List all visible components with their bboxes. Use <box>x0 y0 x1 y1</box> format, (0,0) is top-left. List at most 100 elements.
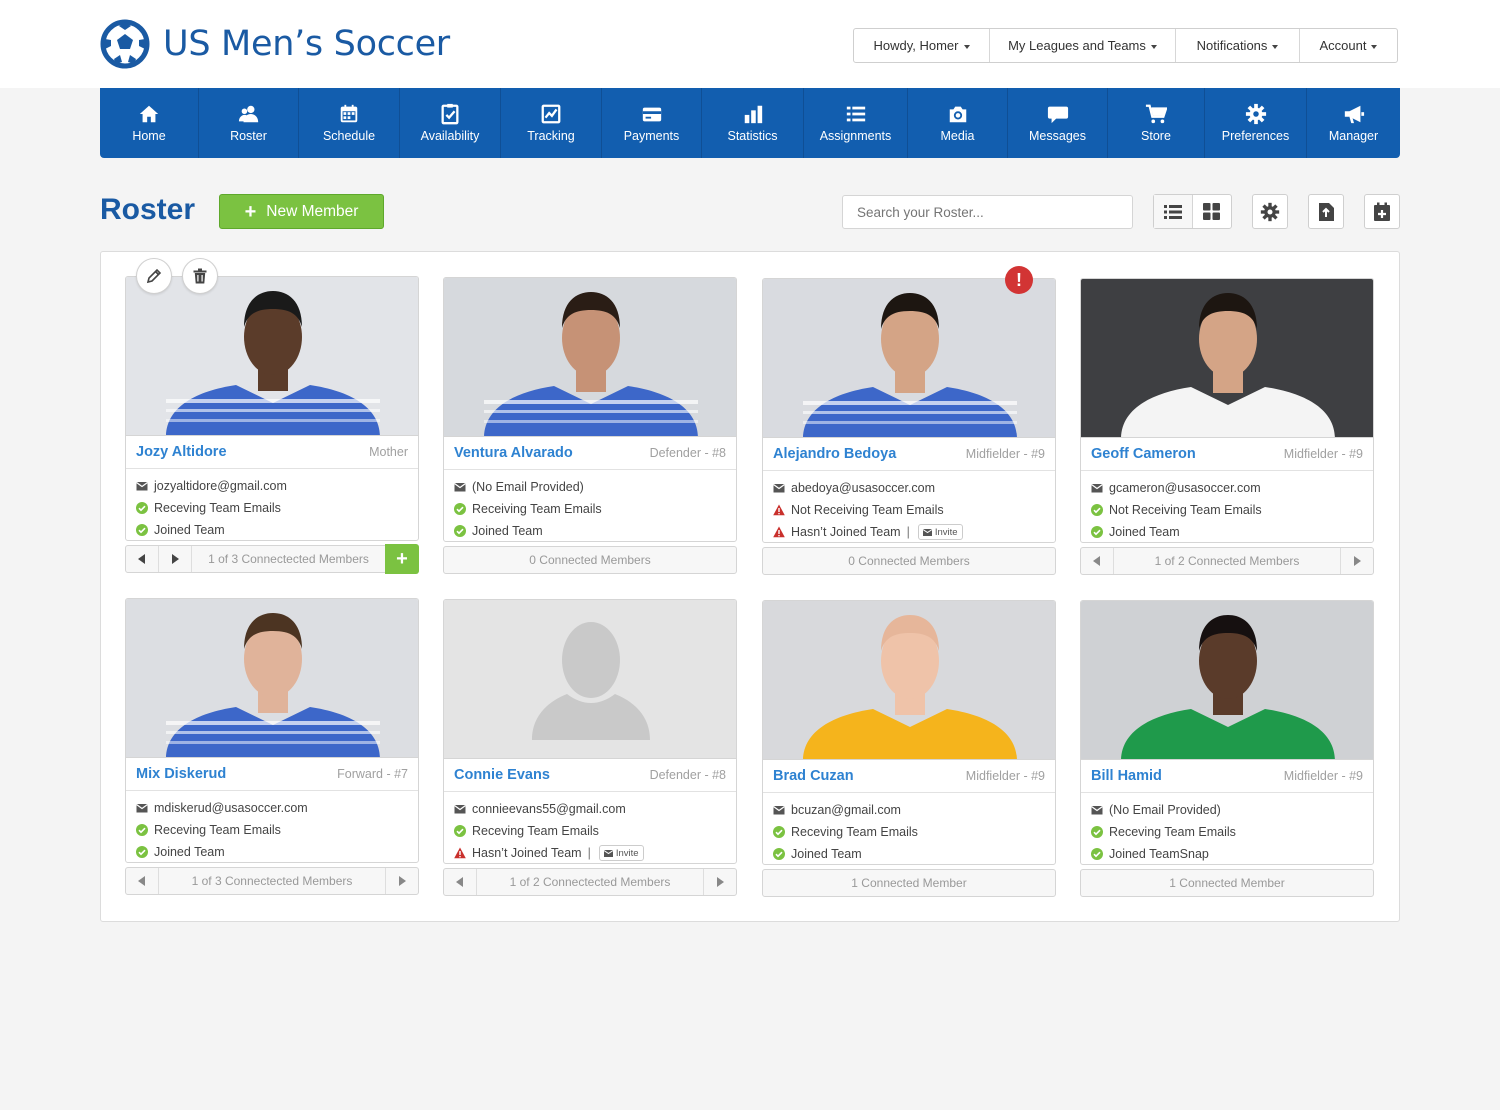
new-member-button[interactable]: + New Member <box>219 194 384 229</box>
member-email: (No Email Provided) <box>1109 803 1221 817</box>
member-card[interactable]: Geoff Cameron Midfielder - #9 gcameron@u… <box>1080 278 1374 575</box>
speech-bubble-icon <box>1047 106 1068 124</box>
next-button[interactable] <box>385 868 418 894</box>
email-status-row: Receving Team Emails <box>126 819 418 841</box>
member-email-row: (No Email Provided) <box>444 476 736 498</box>
member-email-row: bcuzan@gmail.com <box>763 799 1055 821</box>
member-photo[interactable] <box>1080 278 1374 438</box>
member-name[interactable]: Geoff Cameron <box>1091 446 1196 462</box>
player-photo <box>763 279 1055 438</box>
prev-button[interactable] <box>126 868 159 894</box>
nav-messages[interactable]: Messages <box>1008 88 1108 158</box>
member-name[interactable]: Mix Diskerud <box>136 766 226 782</box>
member-card[interactable]: Ventura Alvarado Defender - #8 (No Email… <box>443 277 737 574</box>
member-card[interactable]: Connie Evans Defender - #8 connieevans55… <box>443 599 737 896</box>
envelope-icon <box>454 805 466 814</box>
prev-button[interactable] <box>444 869 477 895</box>
member-name[interactable]: Bill Hamid <box>1091 768 1162 784</box>
check-circle-icon <box>1091 504 1103 516</box>
member-name[interactable]: Brad Cuzan <box>773 768 854 784</box>
member-name[interactable]: Ventura Alvarado <box>454 445 573 461</box>
member-photo[interactable] <box>762 600 1056 760</box>
add-member-button[interactable]: + <box>385 544 419 574</box>
list-view-icon <box>1163 204 1182 219</box>
next-button[interactable] <box>703 869 736 895</box>
invite-button[interactable]: Invite <box>917 524 963 540</box>
delete-member-button[interactable] <box>182 258 218 294</box>
email-status-row: Receving Team Emails <box>763 821 1055 843</box>
nav-statistics[interactable]: Statistics <box>702 88 804 158</box>
member-email-row: jozyaltidore@gmail.com <box>126 475 418 497</box>
player-photo <box>763 601 1055 760</box>
nav-schedule[interactable]: Schedule <box>299 88 400 158</box>
member-name[interactable]: Connie Evans <box>454 767 550 783</box>
check-circle-icon <box>773 826 785 838</box>
nav-home[interactable]: Home <box>100 88 199 158</box>
nav-assignments[interactable]: Assignments <box>804 88 908 158</box>
megaphone-icon <box>1344 105 1364 124</box>
settings-button[interactable] <box>1252 194 1288 229</box>
roster-search-input[interactable] <box>842 195 1133 229</box>
leagues-menu[interactable]: My Leagues and Teams <box>990 29 1176 62</box>
nav-payments[interactable]: Payments <box>602 88 702 158</box>
member-info: Bill Hamid Midfielder - #9 (No Email Pro… <box>1080 759 1374 865</box>
member-card[interactable]: Brad Cuzan Midfielder - #9 bcuzan@gmail.… <box>762 600 1056 897</box>
member-card[interactable]: Alejandro Bedoya Midfielder - #9 abedoya… <box>762 266 1056 575</box>
next-button[interactable] <box>1340 548 1373 574</box>
howdy-menu[interactable]: Howdy, Homer <box>854 29 990 62</box>
member-card[interactable]: Jozy Altidore Mother jozyaltidore@gmail.… <box>125 258 419 574</box>
caret-down-icon <box>963 44 970 49</box>
nav-tracking[interactable]: Tracking <box>501 88 602 158</box>
edit-member-button[interactable] <box>136 258 172 294</box>
connected-members-footer: 0 Connected Members <box>762 547 1056 575</box>
export-button[interactable] <box>1308 194 1344 229</box>
brand-logo[interactable]: US Men’s Soccer <box>100 19 450 69</box>
member-email: (No Email Provided) <box>472 480 584 494</box>
member-name[interactable]: Alejandro Bedoya <box>773 446 896 462</box>
main-nav: Home Roster Schedule Availability Tracki… <box>100 88 1400 158</box>
invite-button[interactable]: Invite <box>598 845 644 861</box>
connected-members-label: 1 of 2 Connected Members <box>1154 554 1300 568</box>
triangle-left-icon <box>1093 556 1100 566</box>
member-email-row: connieevans55@gmail.com <box>444 798 736 820</box>
alert-badge[interactable]: ! <box>1005 266 1033 294</box>
member-card[interactable]: Bill Hamid Midfielder - #9 (No Email Pro… <box>1080 600 1374 897</box>
member-photo[interactable] <box>1080 600 1374 760</box>
check-circle-icon <box>1091 848 1103 860</box>
caret-down-icon <box>1150 44 1157 49</box>
member-photo[interactable] <box>443 599 737 759</box>
triangle-right-icon <box>717 877 724 887</box>
envelope-icon <box>603 849 613 857</box>
member-card[interactable]: Mix Diskerud Forward - #7 mdiskerud@usas… <box>125 598 419 895</box>
credit-card-icon <box>642 107 661 122</box>
nav-availability[interactable]: Availability <box>400 88 501 158</box>
member-email-row: abedoya@usasoccer.com <box>763 477 1055 499</box>
member-photo[interactable] <box>443 277 737 437</box>
member-photo[interactable] <box>762 278 1056 438</box>
nav-manager[interactable]: Manager <box>1307 88 1400 158</box>
caret-down-icon <box>1371 44 1378 49</box>
add-calendar-button[interactable] <box>1364 194 1400 229</box>
nav-media[interactable]: Media <box>908 88 1008 158</box>
list-view-button[interactable] <box>1154 195 1193 228</box>
nav-preferences[interactable]: Preferences <box>1205 88 1307 158</box>
grid-view-button[interactable] <box>1193 195 1232 228</box>
join-status: Joined Team <box>154 845 225 859</box>
nav-label: Home <box>132 129 166 143</box>
member-photo[interactable] <box>125 598 419 758</box>
account-menu[interactable]: Account <box>1300 29 1397 62</box>
member-role: Midfielder - #9 <box>1283 769 1363 783</box>
notifications-menu[interactable]: Notifications <box>1176 29 1300 62</box>
member-photo[interactable] <box>125 276 419 436</box>
brand-title: US Men’s Soccer <box>163 24 450 64</box>
nav-roster[interactable]: Roster <box>199 88 299 158</box>
join-status: Joined Team <box>472 524 543 538</box>
prev-button[interactable] <box>126 546 159 572</box>
member-name[interactable]: Jozy Altidore <box>136 444 227 460</box>
prev-button[interactable] <box>1081 548 1114 574</box>
join-status-row: Joined Team <box>126 519 418 541</box>
list-icon <box>846 106 865 122</box>
next-button[interactable] <box>159 546 192 572</box>
notifications-label: Notifications <box>1196 38 1268 53</box>
nav-store[interactable]: Store <box>1108 88 1205 158</box>
